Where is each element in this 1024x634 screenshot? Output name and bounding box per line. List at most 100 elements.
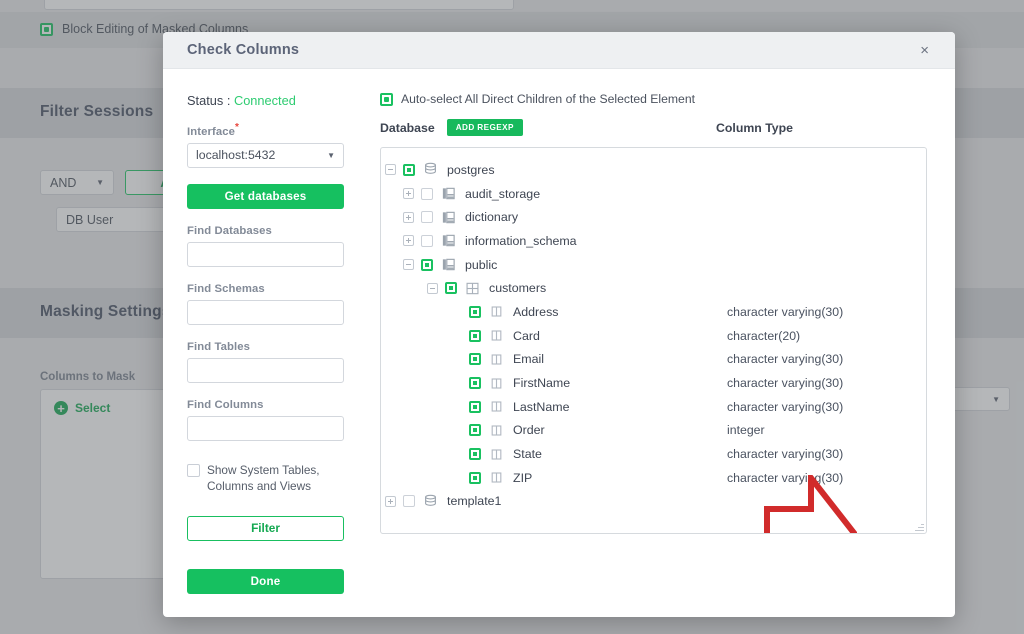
tree-node-checkbox[interactable] — [469, 424, 481, 437]
database-tree-panel: Auto-select All Direct Children of the S… — [368, 69, 955, 617]
schema-icon — [442, 258, 455, 271]
tree-node-checkbox[interactable] — [469, 448, 481, 461]
tree-node-customers[interactable]: customers — [381, 276, 926, 300]
tree-node-label: FirstName — [513, 376, 571, 391]
find-columns-label: Find Columns — [187, 398, 264, 411]
tree-node-postgres[interactable]: postgres — [381, 158, 926, 182]
collapse-icon[interactable] — [403, 259, 414, 271]
close-icon[interactable]: × — [914, 39, 935, 62]
tree-node-email[interactable]: Email character varying(30) — [381, 348, 926, 372]
autoselect-children-label: Auto-select All Direct Children of the S… — [401, 92, 695, 106]
tree-node-order[interactable]: Order integer — [381, 419, 926, 443]
add-regexp-button[interactable]: ADD REGEXP — [446, 119, 523, 136]
database-tree[interactable]: postgres audit_storage dictionary inform… — [380, 147, 927, 534]
column-icon — [489, 328, 504, 343]
find-databases-input[interactable] — [187, 241, 344, 267]
tree-node-checkbox[interactable] — [445, 282, 457, 295]
find-tables-label: Find Tables — [187, 340, 251, 353]
tree-node-firstname[interactable]: FirstName character varying(30) — [381, 371, 926, 395]
interface-label: Interface* — [187, 122, 344, 138]
tree-column-headers: Database ADD REGEXP Column Type — [380, 119, 927, 136]
find-columns-input[interactable] — [187, 415, 344, 441]
tree-node-checkbox[interactable] — [469, 353, 481, 366]
column-icon — [489, 423, 504, 438]
autoselect-children-row[interactable]: Auto-select All Direct Children of the S… — [380, 92, 927, 106]
interface-value: localhost:5432 — [196, 148, 276, 163]
tree-node-lastname[interactable]: LastName character varying(30) — [381, 395, 926, 419]
tree-node-label: Card — [513, 328, 540, 343]
tree-node-template1[interactable]: template1 — [381, 490, 926, 514]
tree-node-checkbox[interactable] — [469, 377, 481, 390]
find-tables-input[interactable] — [187, 357, 344, 383]
tree-node-label: audit_storage — [465, 186, 541, 201]
tree-node-zip[interactable]: ZIP character varying(30) — [381, 466, 926, 490]
tree-node-checkbox[interactable] — [403, 163, 415, 176]
tree-node-label: Address — [513, 304, 559, 319]
done-button-label: Done — [250, 574, 281, 588]
column-icon — [491, 306, 502, 318]
get-databases-label: Get databases — [224, 189, 307, 203]
chevron-down-icon: ▼ — [327, 150, 335, 160]
tree-node-column-type: character varying(30) — [727, 304, 844, 319]
expand-icon[interactable] — [403, 211, 414, 223]
tree-rows-container: postgres audit_storage dictionary inform… — [381, 158, 926, 513]
schema-icon — [442, 235, 455, 247]
tree-node-address[interactable]: Address character varying(30) — [381, 300, 926, 324]
tree-node-public[interactable]: public — [381, 253, 926, 277]
interface-select[interactable]: localhost:5432 ▼ — [187, 142, 344, 168]
dialog-title: Check Columns — [187, 42, 300, 58]
tree-node-column-type: character varying(30) — [727, 352, 844, 367]
find-databases-label: Find Databases — [187, 224, 272, 237]
tree-node-column-type: character varying(30) — [727, 399, 844, 414]
tree-node-checkbox[interactable] — [469, 305, 481, 318]
filter-button[interactable]: Filter — [187, 515, 344, 541]
tree-node-checkbox[interactable] — [403, 495, 415, 508]
column-icon — [491, 449, 502, 460]
tree-node-checkbox[interactable] — [469, 329, 481, 342]
status-line: Status : Connected — [187, 93, 344, 108]
show-system-objects-row[interactable]: Show System Tables, Columns and Views — [187, 463, 344, 495]
tree-node-checkbox[interactable] — [469, 471, 481, 484]
tree-node-checkbox[interactable] — [421, 187, 433, 200]
database-icon — [425, 163, 436, 175]
resize-handle-icon[interactable] — [915, 522, 924, 531]
find-schemas-label: Find Schemas — [187, 282, 265, 295]
tree-node-dictionary[interactable]: dictionary — [381, 205, 926, 229]
tree-node-checkbox[interactable] — [469, 400, 481, 413]
interface-label-text: Interface — [187, 125, 235, 138]
tree-node-information_schema[interactable]: information_schema — [381, 229, 926, 253]
status-prefix: Status : — [187, 93, 234, 108]
database-icon — [423, 162, 438, 177]
column-icon — [491, 377, 502, 389]
tree-node-column-type: character varying(30) — [727, 376, 844, 391]
database-icon — [425, 494, 436, 506]
schema-icon — [442, 187, 455, 200]
tree-node-label: dictionary — [465, 210, 519, 225]
tree-node-checkbox[interactable] — [421, 258, 433, 271]
tree-node-checkbox[interactable] — [421, 211, 433, 224]
expand-icon[interactable] — [403, 235, 414, 247]
expand-icon[interactable] — [403, 188, 414, 200]
collapse-icon[interactable] — [427, 282, 438, 294]
collapse-icon[interactable] — [385, 164, 396, 176]
column-icon — [489, 352, 504, 367]
schema-icon — [441, 257, 456, 272]
tree-node-column-type: integer — [727, 423, 765, 438]
get-databases-button[interactable]: Get databases — [187, 183, 344, 209]
connection-panel: Status : Connected Interface* localhost:… — [163, 69, 368, 617]
dialog-body: Status : Connected Interface* localhost:… — [163, 69, 955, 617]
autoselect-children-checkbox[interactable] — [380, 92, 393, 106]
tree-node-checkbox[interactable] — [421, 234, 433, 247]
schema-icon — [441, 210, 456, 225]
schema-icon — [441, 186, 456, 201]
find-schemas-input[interactable] — [187, 299, 344, 325]
tree-node-audit_storage[interactable]: audit_storage — [381, 182, 926, 206]
schema-icon — [441, 233, 456, 248]
show-system-objects-checkbox[interactable] — [187, 463, 200, 477]
tree-node-card[interactable]: Card character(20) — [381, 324, 926, 348]
tree-node-column-type: character(20) — [727, 328, 801, 343]
tree-node-state[interactable]: State character varying(30) — [381, 442, 926, 466]
expand-icon[interactable] — [385, 495, 396, 507]
tree-node-label: Order — [513, 423, 545, 438]
done-button[interactable]: Done — [187, 568, 344, 594]
